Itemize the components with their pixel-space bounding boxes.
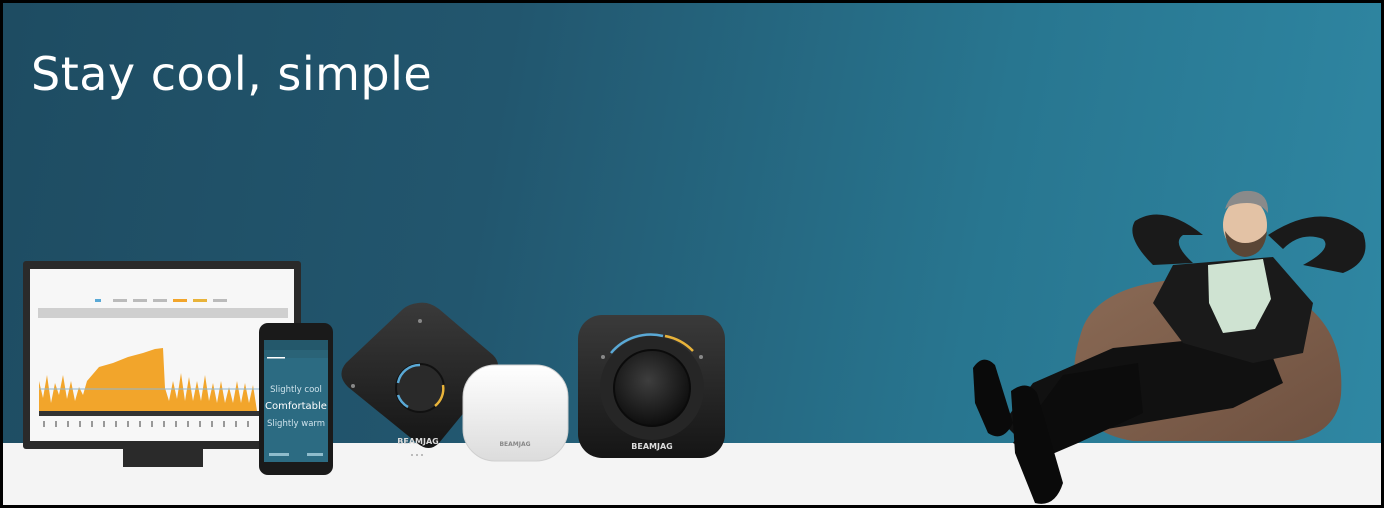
person-arm-right [1268,216,1366,273]
phone-status-bottom: Slightly warm [267,419,325,429]
thermostat-square-device: BEAMJAG [578,315,725,458]
phone-app-bar [264,340,328,350]
dashboard-timeline [39,411,259,416]
banner: Stay cool, simple Slightly cool Comforta… [0,0,1384,508]
phone-tabs [264,350,328,358]
dashboard-header-bar [38,308,288,318]
relaxing-person-illustration [973,190,1366,504]
brand-logo-diamond: BEAMJAG [397,437,438,446]
brand-logo-square: BEAMJAG [631,442,672,451]
sensor-white-device: BEAMJAG [462,364,569,462]
brand-logo-white: BEAMJAG [499,441,530,448]
person-arm-left [1132,214,1203,265]
phone-status-top: Slightly cool [270,385,322,395]
smartphone: Slightly cool Comfortable Slightly warm [259,323,333,475]
phone-status-main: Comfortable [265,401,327,412]
product-scene: Slightly cool Comfortable Slightly warm … [23,190,1366,504]
person-shoe-left [973,359,1013,437]
